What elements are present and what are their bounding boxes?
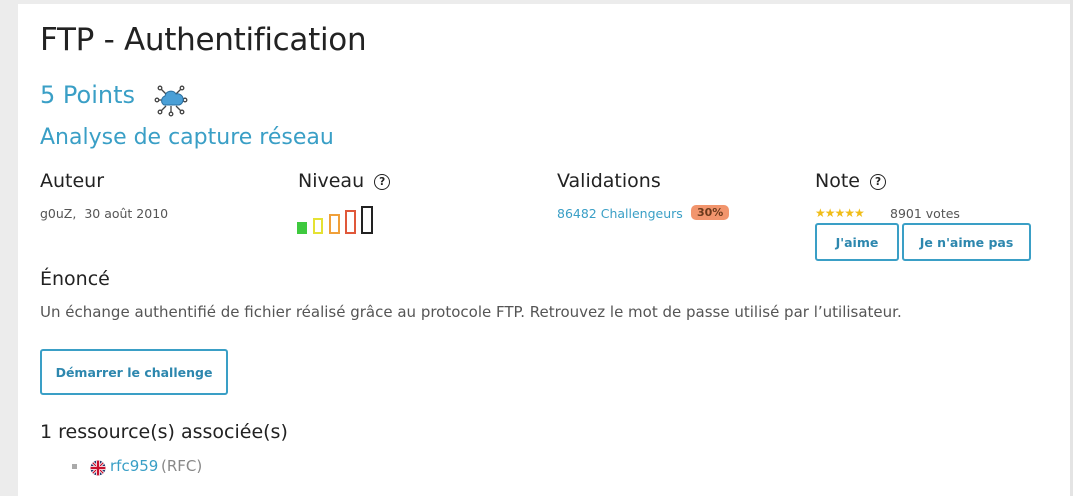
resource-link[interactable]: rfc959 [110, 457, 158, 475]
statement-heading: Énoncé [40, 268, 110, 290]
rating-stars-icon: ★★★★★ [815, 206, 865, 220]
note-heading: Note? [815, 170, 886, 192]
author-name-link[interactable]: g0uZ, [40, 206, 76, 221]
list-bullet [72, 464, 77, 469]
challenge-points: 5 Points [40, 81, 135, 109]
validations-link[interactable]: 86482 Challengeurs [557, 206, 683, 221]
validation-percent-badge: 30% [691, 205, 730, 220]
challenge-card: FTP - Authentification 5 Points Analyse … [18, 4, 1070, 496]
statement-text: Un échange authentifié de fichier réalis… [40, 303, 902, 321]
level-heading: Niveau? [298, 170, 391, 192]
level-bar-5 [361, 206, 373, 234]
author-info: g0uZ, 30 août 2010 [40, 206, 168, 221]
vote-count: 8901 votes [890, 206, 960, 221]
network-category-icon [154, 85, 188, 117]
resources-heading: 1 ressource(s) associée(s) [40, 421, 288, 443]
resource-type: (RFC) [161, 457, 203, 475]
level-heading-label: Niveau [298, 170, 365, 192]
note-heading-label: Note [815, 170, 860, 192]
help-icon[interactable]: ? [374, 174, 391, 190]
validations-heading: Validations [557, 170, 661, 192]
uk-flag-icon [90, 460, 106, 476]
level-bar-3 [329, 214, 340, 234]
challenge-title: FTP - Authentification [40, 22, 367, 58]
start-challenge-button[interactable]: Démarrer le challenge [40, 349, 228, 395]
level-bar-1 [297, 222, 307, 234]
author-date: 30 août 2010 [84, 206, 169, 221]
author-heading: Auteur [40, 170, 104, 192]
challenge-category-link[interactable]: Analyse de capture réseau [40, 125, 334, 150]
validations-heading-label: Validations [557, 170, 661, 192]
help-icon[interactable]: ? [869, 174, 886, 190]
level-bar-4 [345, 210, 356, 234]
like-button[interactable]: J'aime [815, 223, 899, 261]
level-bar-2 [313, 218, 323, 234]
author-heading-label: Auteur [40, 170, 105, 192]
dislike-button[interactable]: Je n'aime pas [902, 223, 1031, 261]
difficulty-level-indicator [297, 204, 377, 234]
